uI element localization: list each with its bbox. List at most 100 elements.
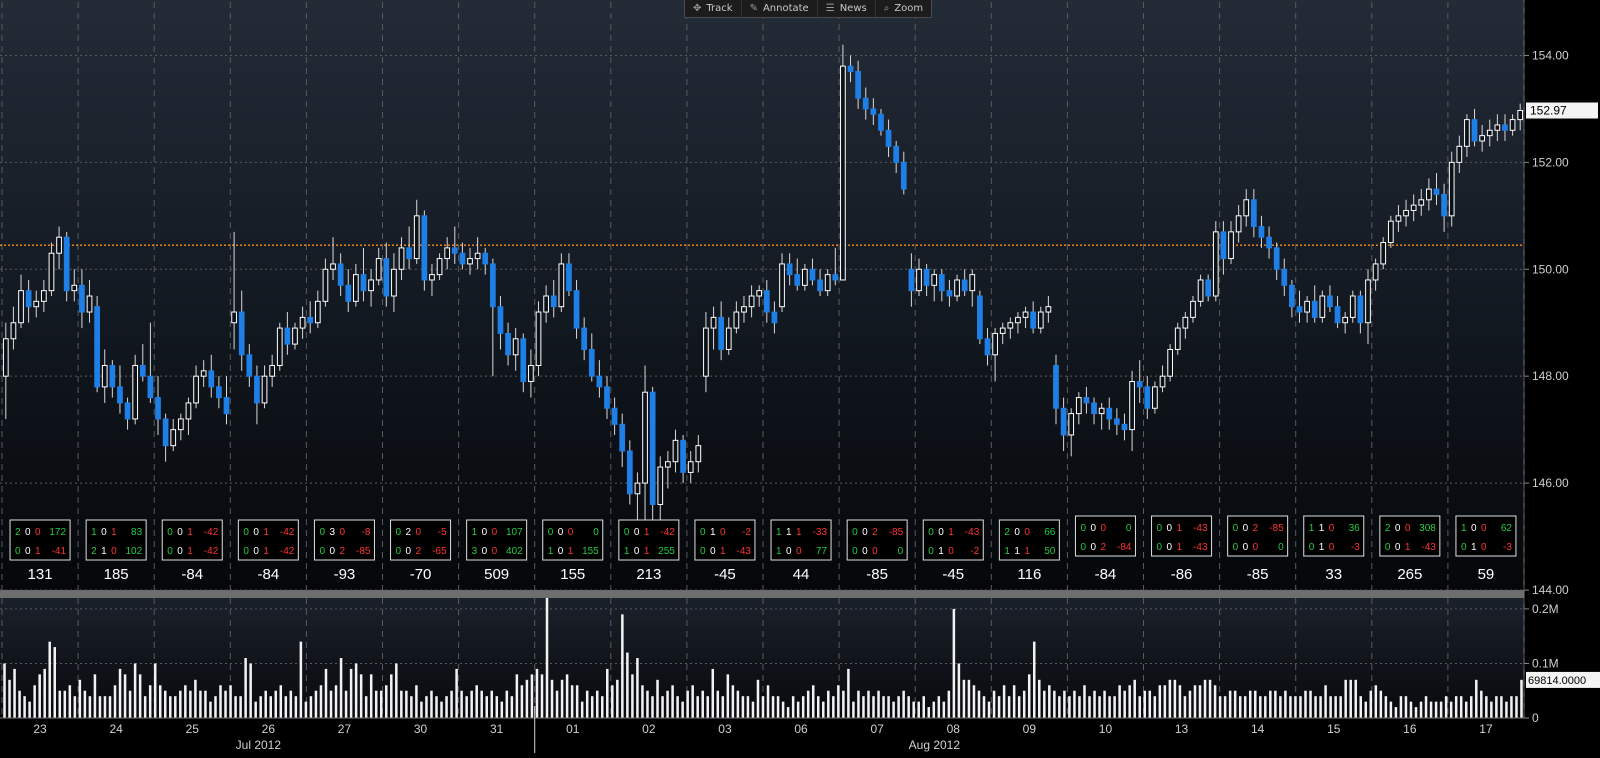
price-tick-label: 154.00	[1532, 48, 1569, 62]
day-total-label: -84	[258, 566, 280, 583]
candle-body	[870, 108, 877, 115]
x-day-label: 13	[1175, 722, 1189, 736]
volume-bar	[1505, 701, 1508, 718]
volume-bar	[806, 690, 810, 718]
day-summary-count: 0	[1481, 523, 1487, 534]
candle-body	[1441, 193, 1447, 217]
day-summary-value: -42	[280, 546, 295, 557]
track-button[interactable]: ✥ Track	[685, 0, 742, 17]
day-total-label: -84	[1095, 566, 1117, 583]
day-summary-count: 0	[1167, 523, 1173, 534]
annotate-button[interactable]: ✎ Annotate	[742, 0, 818, 17]
volume-bar	[1480, 690, 1483, 718]
candle-body	[596, 375, 603, 388]
day-summary-count: 0	[862, 546, 868, 557]
volume-bar	[1515, 696, 1518, 718]
volume-bar	[1163, 685, 1167, 718]
day-summary-count: 1	[720, 546, 726, 557]
day-summary-count: 0	[928, 546, 934, 557]
volume-bar	[1058, 696, 1061, 718]
volume-bar	[565, 674, 569, 718]
magnifier-icon: ⌕	[883, 3, 890, 14]
volume-bar	[63, 690, 67, 718]
price-tick-label: 144.00	[1532, 583, 1569, 597]
volume-bar	[1500, 696, 1503, 718]
day-total-label: -85	[1247, 566, 1269, 583]
volume-bar	[465, 696, 468, 718]
volume-bar	[440, 701, 443, 718]
volume-bar	[485, 696, 488, 718]
news-button[interactable]: ☰ News	[818, 0, 876, 17]
day-summary-count: 1	[786, 527, 792, 538]
volume-bar	[550, 679, 554, 718]
volume-bar	[1359, 696, 1363, 718]
volume-bar	[420, 701, 423, 718]
volume-bar	[1264, 696, 1267, 718]
day-summary-count: 1	[1004, 546, 1010, 557]
day-summary-count: 1	[1024, 546, 1030, 557]
volume-bar	[430, 690, 433, 718]
volume-bar	[304, 701, 308, 718]
day-summary-value: 0	[593, 527, 599, 538]
day-summary-count: 1	[776, 527, 782, 538]
day-summary-count: 0	[1157, 523, 1163, 534]
candle-body	[254, 375, 260, 404]
volume-bar	[887, 696, 890, 718]
day-summary-count: 0	[319, 527, 325, 538]
candle-body	[398, 247, 405, 270]
day-summary-count: 0	[396, 546, 402, 557]
candle-body	[710, 316, 717, 329]
day-summary-value: 83	[131, 527, 143, 538]
candle-body	[314, 300, 321, 324]
volume-tick-label: 0	[1532, 711, 1539, 725]
volume-bar	[460, 690, 463, 718]
volume-bar	[827, 690, 830, 718]
volume-bar	[294, 696, 298, 718]
day-summary-count: 0	[253, 527, 259, 538]
candle-body	[573, 290, 580, 329]
volume-bar	[1419, 701, 1423, 718]
volume-bar	[153, 663, 157, 718]
volume-bar	[495, 696, 499, 718]
day-summary-value: 102	[125, 546, 142, 557]
day-summary-count: 2	[91, 546, 97, 557]
price-volume-chart[interactable]: 144.00 146.00 148.00 150.00 152.00 154.00 0 0.1…	[0, 0, 1600, 753]
volume-bar	[761, 696, 765, 718]
candle-body	[406, 247, 412, 260]
day-summary-value: -2	[970, 546, 979, 557]
day-summary-value: 50	[1044, 546, 1056, 557]
volume-bar	[189, 690, 192, 718]
volume-bar	[731, 685, 735, 718]
candle-body	[741, 306, 747, 313]
x-day-label: 03	[718, 722, 732, 736]
day-summary-value: 62	[1501, 523, 1513, 534]
volume-bar	[1384, 696, 1388, 718]
volume-bar	[545, 598, 549, 718]
candle-body	[794, 274, 801, 286]
day-summary-count: 0	[1233, 542, 1239, 553]
volume-bar	[590, 696, 594, 718]
candle-body	[147, 375, 154, 399]
candle-body	[1159, 375, 1166, 388]
candle-body	[1235, 215, 1242, 233]
day-summary-count: 0	[1157, 542, 1163, 553]
day-summary-count: 1	[1405, 542, 1411, 553]
zoom-button[interactable]: ⌕ Zoom	[876, 0, 931, 17]
candle-body	[444, 247, 451, 260]
day-summary-count: 1	[1319, 523, 1325, 534]
day-summary-count: 1	[938, 546, 944, 557]
volume-bar	[701, 690, 704, 718]
candle-body	[1243, 199, 1250, 217]
candle-body	[885, 129, 892, 147]
volume-bar	[1394, 707, 1398, 718]
day-summary-count: 1	[263, 546, 269, 557]
volume-bar	[766, 685, 770, 718]
day-summary-count: 1	[187, 527, 193, 538]
volume-bar	[13, 668, 16, 718]
candle-body	[101, 364, 108, 388]
volume-bar	[832, 696, 835, 718]
day-summary-value: -5	[438, 527, 447, 538]
candle-body	[1372, 263, 1379, 281]
volume-bar	[123, 674, 127, 718]
candle-body	[436, 258, 443, 276]
